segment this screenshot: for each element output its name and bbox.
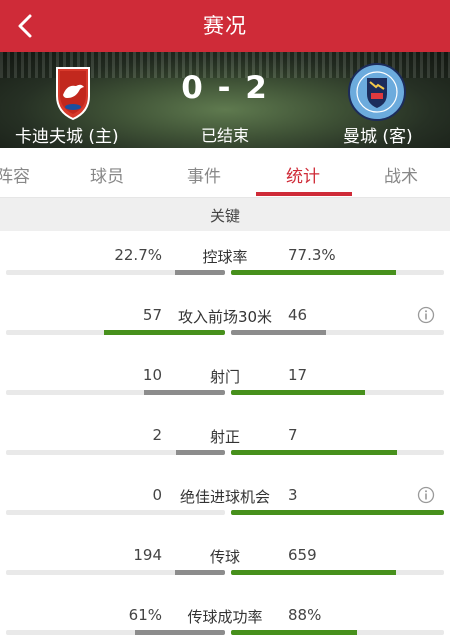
stat-label: 控球率 [202, 248, 248, 266]
info-icon[interactable] [417, 486, 435, 504]
stat-row: 10 射门 17 [0, 358, 450, 418]
away-stat-value: 17 [288, 366, 308, 384]
tab-tactics[interactable]: 战术 [384, 162, 418, 187]
stat-label: 射正 [209, 428, 240, 446]
info-icon[interactable] [417, 306, 435, 324]
tab-bar: 阵容 球员 事件 统计 战术 [0, 148, 450, 198]
stat-row: 57 攻入前场30米 46 [0, 298, 450, 358]
section-header: 关键 [0, 198, 450, 231]
home-stat-track [6, 630, 225, 635]
away-stat-value: 77.3% [288, 246, 336, 264]
stat-row: 0 绝佳进球机会 3 [0, 478, 450, 538]
home-stat-track [6, 570, 225, 575]
stat-label: 射门 [209, 368, 240, 386]
away-stat-track [231, 510, 444, 515]
away-stat-track [231, 630, 444, 635]
stat-row: 61% 传球成功率 88% [0, 598, 450, 638]
home-stat-track [6, 390, 225, 395]
away-stat-track [231, 270, 444, 275]
tab-players[interactable]: 球员 [90, 162, 124, 187]
away-stat-track [231, 390, 444, 395]
home-stat-bar [135, 630, 225, 635]
away-stat-track [231, 570, 444, 575]
away-stat-value: 659 [288, 546, 317, 564]
stat-label: 攻入前场30米 [177, 308, 273, 326]
tab-lineup[interactable]: 阵容 [0, 162, 30, 187]
away-team-name: 曼城 (客) [343, 127, 413, 147]
away-stat-value: 7 [288, 426, 298, 444]
away-stat-value: 46 [288, 306, 308, 324]
home-stat-track [6, 270, 225, 275]
home-stat-track [6, 510, 225, 515]
home-stat-bar [104, 330, 225, 335]
home-stat-bar [175, 570, 225, 575]
away-stat-bar [231, 330, 326, 335]
away-stat-value: 88% [288, 606, 322, 624]
stat-row: 22.7% 控球率 77.3% [0, 238, 450, 298]
active-tab-indicator [256, 192, 352, 196]
home-stat-track [6, 450, 225, 455]
away-stat-track [231, 450, 444, 455]
match-header: 0 - 2 卡迪夫城 (主) 已结束 曼城 (客) [0, 52, 450, 148]
tab-stats[interactable]: 统计 [286, 162, 320, 187]
away-stat-bar [231, 270, 396, 275]
away-stat-track [231, 330, 444, 335]
away-stat-bar [231, 630, 357, 635]
page-title: 赛况 [203, 14, 247, 38]
stat-row: 2 射正 7 [0, 418, 450, 478]
home-stat-bar [144, 390, 225, 395]
stat-label: 传球 [209, 548, 240, 566]
home-stat-track [6, 330, 225, 335]
home-stat-bar [175, 270, 225, 275]
home-stat-bar [176, 450, 225, 455]
tab-events[interactable]: 事件 [187, 162, 221, 187]
away-stat-value: 3 [288, 486, 298, 504]
away-stat-bar [231, 450, 397, 455]
away-stat-bar [231, 570, 396, 575]
stat-row: 194 传球 659 [0, 538, 450, 598]
top-bar: 赛况 [0, 0, 450, 52]
stat-label: 绝佳进球机会 [179, 488, 270, 506]
manchester-city-crest[interactable] [347, 62, 407, 122]
section-title: 关键 [209, 207, 240, 225]
stat-label: 传球成功率 [187, 608, 263, 626]
away-stat-bar [231, 390, 365, 395]
away-stat-bar [231, 510, 444, 515]
